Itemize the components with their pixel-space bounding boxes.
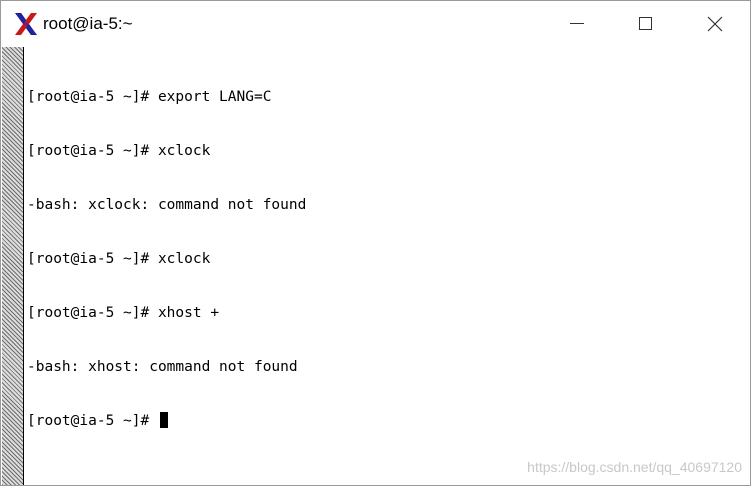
terminal-window: root@ia-5:~ [root@ia-5 ~]# export LANG=C… bbox=[0, 0, 751, 486]
close-button[interactable] bbox=[692, 1, 738, 46]
maximize-button[interactable] bbox=[622, 1, 668, 46]
terminal-prompt-line[interactable]: [root@ia-5 ~]# bbox=[27, 412, 742, 430]
maximize-icon bbox=[638, 17, 652, 30]
watermark: https://blog.csdn.net/qq_40697120 bbox=[527, 459, 742, 475]
minimize-icon bbox=[570, 23, 584, 24]
close-icon bbox=[707, 16, 723, 31]
terminal-line: -bash: xclock: command not found bbox=[27, 197, 307, 213]
text-cursor bbox=[159, 412, 168, 428]
terminal-client-area: [root@ia-5 ~]# export LANG=C [root@ia-5 … bbox=[2, 47, 750, 485]
window-title: root@ia-5:~ bbox=[43, 14, 133, 33]
terminal-line: [root@ia-5 ~]# xclock bbox=[27, 251, 211, 267]
terminal-output[interactable]: [root@ia-5 ~]# export LANG=C [root@ia-5 … bbox=[27, 52, 742, 477]
terminal-line: [root@ia-5 ~]# export LANG=C bbox=[27, 89, 272, 105]
terminal-line: -bash: xhost: command not found bbox=[27, 359, 298, 375]
scrollbar[interactable] bbox=[2, 47, 24, 485]
terminal-prompt: [root@ia-5 ~]# bbox=[27, 413, 158, 429]
title-bar[interactable]: root@ia-5:~ bbox=[1, 1, 750, 46]
terminal-line: [root@ia-5 ~]# xclock bbox=[27, 143, 211, 159]
xterm-x-icon bbox=[15, 13, 37, 35]
minimize-button[interactable] bbox=[554, 1, 600, 46]
terminal-line: [root@ia-5 ~]# xhost + bbox=[27, 305, 220, 321]
